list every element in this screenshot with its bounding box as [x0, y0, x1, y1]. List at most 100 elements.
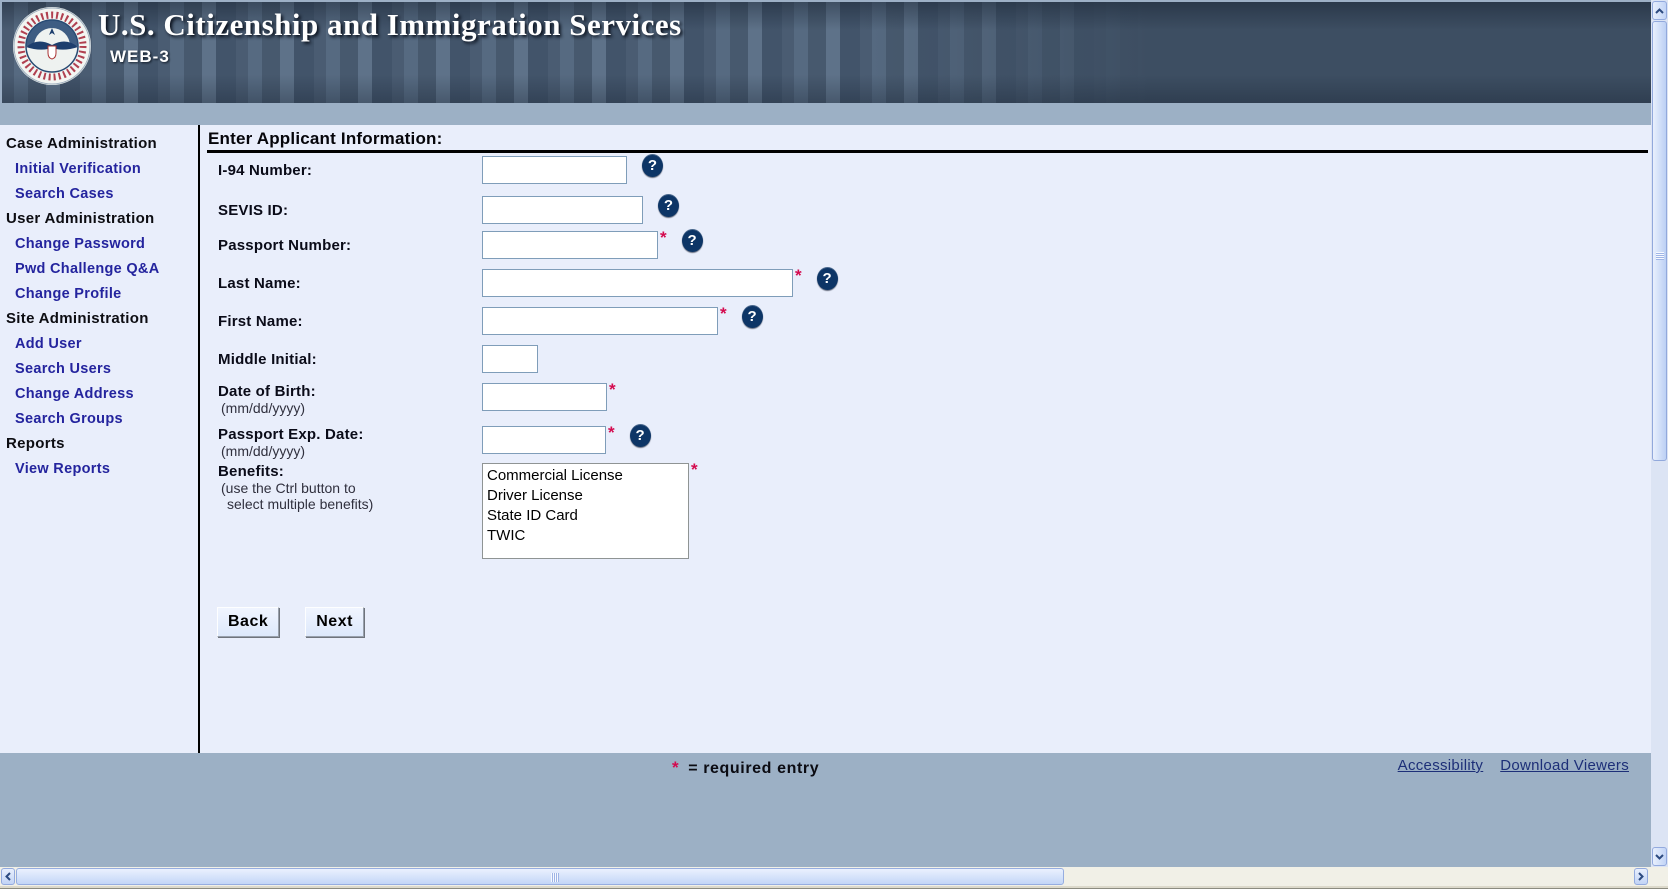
sidebar-nav: Case Administration Initial Verification S…	[0, 125, 198, 753]
help-icon[interactable]: ?	[642, 154, 663, 177]
dob-row: Date of Birth: (mm/dd/yyyy) *	[200, 380, 616, 416]
footer-bar: * = required entry Accessibility Download…	[0, 753, 1651, 867]
sevis-label: SEVIS ID:	[218, 201, 289, 219]
sidebar-item-reports: Reports	[6, 435, 65, 452]
dhs-seal-logo	[13, 7, 91, 85]
passport-row: Passport Number: *?	[200, 228, 703, 259]
sidebar-item-add-user[interactable]: Add User	[0, 331, 198, 356]
sidebar-item-search-groups[interactable]: Search Groups	[0, 406, 198, 431]
horizontal-scrollbar[interactable]	[0, 867, 1651, 886]
middle_initial-input[interactable]	[482, 345, 538, 373]
passport_exp-input[interactable]	[482, 426, 606, 454]
vertical-scroll-thumb[interactable]	[1652, 21, 1667, 461]
back-button[interactable]: Back	[217, 607, 280, 637]
scroll-up-button[interactable]	[1652, 1, 1667, 20]
download-viewers-link[interactable]: Download Viewers	[1500, 757, 1629, 774]
scroll-thumb-grip	[551, 873, 559, 882]
help-icon[interactable]: ?	[629, 424, 651, 447]
scroll-down-button[interactable]	[1652, 847, 1667, 866]
i94-input[interactable]	[482, 156, 627, 184]
passport-input[interactable]	[482, 231, 658, 259]
required-asterisk: *	[660, 228, 667, 247]
middle_initial-label-cell: Middle Initial:	[200, 351, 482, 368]
required-asterisk: *	[672, 758, 680, 777]
benefit-option-commercial-license[interactable]: Commercial License	[485, 466, 686, 486]
main-content: Enter Applicant Information: I-94 Number…	[198, 125, 1651, 753]
chevron-left-icon	[5, 872, 11, 881]
next-button[interactable]: Next	[305, 607, 364, 637]
sidebar-item-change-profile[interactable]: Change Profile	[0, 281, 198, 306]
page-title: Enter Applicant Information:	[208, 129, 443, 148]
help-icon[interactable]: ?	[816, 267, 838, 290]
app-subtitle: WEB-3	[110, 47, 170, 66]
i94-label-cell: I-94 Number:	[200, 162, 482, 179]
sidebar-item-user-administration: User Administration	[6, 210, 155, 227]
benefit-option-driver-license[interactable]: Driver License	[485, 486, 686, 506]
dob-label: Date of Birth:	[218, 383, 316, 400]
sevis-label-cell: SEVIS ID:	[200, 202, 482, 219]
sidebar-item-change-address[interactable]: Change Address	[0, 381, 198, 406]
page-body: Case Administration Initial Verification S…	[0, 125, 1651, 753]
dob-format-hint: (mm/dd/yyyy)	[221, 400, 305, 416]
sidebar-item-case-administration: Case Administration	[6, 135, 158, 152]
required-asterisk: *	[691, 460, 698, 479]
header-banner: U.S. Citizenship and Immigration Service…	[0, 0, 1651, 103]
chevron-right-icon	[1638, 872, 1644, 881]
sidebar-item-pwd-challenge-q-a[interactable]: Pwd Challenge Q&A	[0, 256, 198, 281]
benefits-hint-line2: select multiple benefits)	[227, 496, 374, 512]
help-icon[interactable]: ?	[658, 194, 679, 217]
benefits-label: Benefits:	[218, 463, 284, 480]
required-asterisk: *	[795, 266, 802, 285]
title-underline	[207, 150, 1648, 153]
sidebar-item-initial-verification[interactable]: Initial Verification	[0, 156, 198, 181]
sidebar-item-change-password[interactable]: Change Password	[0, 231, 198, 256]
benefits-hint-line1: (use the Ctrl button to	[221, 480, 356, 496]
sevis-input[interactable]	[482, 196, 643, 224]
dob-input[interactable]	[482, 383, 607, 411]
passport-label: Passport Number:	[218, 236, 352, 254]
passport_exp-label: Passport Exp. Date:	[218, 426, 364, 443]
sidebar-item-search-cases[interactable]: Search Cases	[0, 181, 198, 206]
required-asterisk: *	[720, 304, 727, 323]
passport_exp-format-hint: (mm/dd/yyyy)	[221, 443, 305, 459]
help-icon[interactable]: ?	[741, 305, 763, 328]
last_name-row: Last Name: *?	[200, 266, 838, 297]
benefits-row: Benefits: (use the Ctrl button to select…	[200, 460, 698, 559]
scroll-right-button[interactable]	[1634, 868, 1648, 885]
middle_initial-label: Middle Initial:	[218, 350, 317, 368]
required-entry-note: * = required entry	[672, 758, 819, 778]
last_name-input[interactable]	[482, 269, 793, 297]
benefit-option-state-id-card[interactable]: State ID Card	[485, 506, 686, 526]
header-divider-bar	[0, 103, 1651, 125]
required-entry-text: = required entry	[688, 760, 820, 777]
vertical-scrollbar[interactable]	[1651, 0, 1668, 867]
passport_exp-label-cell: Passport Exp. Date: (mm/dd/yyyy)	[200, 426, 482, 459]
form-buttons: Back Next	[217, 607, 364, 637]
benefit-option-twic[interactable]: TWIC	[485, 526, 686, 546]
passport_exp-row: Passport Exp. Date: (mm/dd/yyyy) *?	[200, 423, 651, 459]
scroll-thumb-grip	[1656, 252, 1664, 260]
i94-row: I-94 Number:?	[200, 154, 663, 184]
sidebar-item-search-users[interactable]: Search Users	[0, 356, 198, 381]
benefits-select[interactable]: Commercial LicenseDriver LicenseState ID…	[485, 466, 686, 555]
footer-links: Accessibility Download Viewers	[1398, 757, 1629, 774]
horizontal-scroll-thumb[interactable]	[16, 868, 1064, 885]
first_name-input[interactable]	[482, 307, 718, 335]
sidebar-item-site-administration: Site Administration	[6, 310, 149, 327]
application-window: U.S. Citizenship and Immigration Service…	[0, 0, 1668, 889]
last_name-label-cell: Last Name:	[200, 275, 482, 292]
help-icon[interactable]: ?	[681, 229, 703, 252]
i94-label: I-94 Number:	[218, 161, 313, 179]
benefits-listbox-frame: Commercial LicenseDriver LicenseState ID…	[482, 463, 689, 559]
required-asterisk: *	[608, 423, 615, 442]
scrollbar-corner	[1651, 867, 1668, 886]
required-asterisk: *	[609, 380, 616, 399]
sidebar-item-view-reports[interactable]: View Reports	[0, 456, 198, 481]
first_name-label: First Name:	[218, 312, 303, 330]
middle_initial-row: Middle Initial:	[200, 345, 538, 373]
app-title: U.S. Citizenship and Immigration Service…	[98, 7, 682, 42]
scroll-left-button[interactable]	[1, 868, 15, 885]
accessibility-link[interactable]: Accessibility	[1398, 757, 1484, 774]
chevron-down-icon	[1655, 853, 1664, 860]
first_name-label-cell: First Name:	[200, 313, 482, 330]
